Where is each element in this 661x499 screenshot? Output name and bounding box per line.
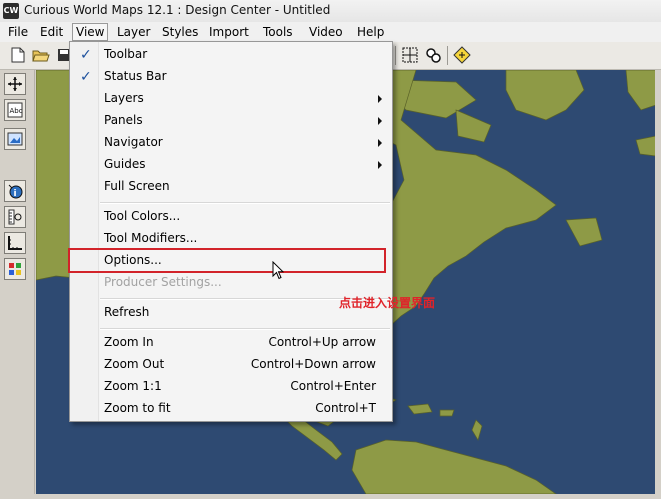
checkmark-icon: ✓ [80,69,92,85]
window-bottom-border [34,494,661,499]
app-icon: CW [3,3,19,19]
submenu-arrow-icon [378,95,382,103]
menu-edit[interactable]: Edit [37,24,66,40]
text-tool-icon[interactable]: Abc [4,99,26,121]
menu-item-label: Zoom to fit [104,401,171,415]
submenu-arrow-icon [378,117,382,125]
globe-info-icon[interactable]: i [4,180,26,202]
menu-item-zoom-1-1[interactable]: Zoom 1:1 Control+Enter [72,376,390,398]
submenu-arrow-icon [378,139,382,147]
menu-item-label: Layers [104,91,144,105]
menu-item-layers[interactable]: Layers [72,88,390,110]
record-tool-icon[interactable] [423,45,443,65]
toolbar-separator [395,46,396,65]
title-bar: CW Curious World Maps 12.1 : Design Cent… [0,0,661,23]
new-file-icon[interactable] [8,45,28,65]
menu-help[interactable]: Help [354,24,387,40]
ruler-tool-icon[interactable] [4,232,26,254]
svg-text:i: i [14,189,17,199]
menu-item-label: Full Screen [104,179,170,193]
menu-import[interactable]: Import [206,24,252,40]
menu-item-full-screen[interactable]: Full Screen [72,176,390,198]
menu-item-label: Zoom In [104,335,154,349]
menu-item-tool-modifiers[interactable]: Tool Modifiers... [72,228,390,250]
menu-item-label: Navigator [104,135,163,149]
window-title: Curious World Maps 12.1 : Design Center … [24,3,331,17]
menu-file[interactable]: File [5,24,31,40]
mouse-cursor-icon [272,260,285,284]
menu-tools[interactable]: Tools [260,24,296,40]
menu-item-label: Toolbar [104,47,148,61]
menu-item-tool-colors[interactable]: Tool Colors... [72,206,390,228]
checkmark-icon: ✓ [80,47,92,63]
menu-item-panels[interactable]: Panels [72,110,390,132]
view-menu-dropdown: ✓ Toolbar ✓ Status Bar Layers Panels Nav… [69,41,393,422]
menu-item-label: Refresh [104,305,150,319]
menu-styles[interactable]: Styles [159,24,201,40]
menu-item-zoom-out[interactable]: Zoom Out Control+Down arrow [72,354,390,376]
menu-item-label: Guides [104,157,146,171]
submenu-arrow-icon [378,161,382,169]
toolbar-separator [447,46,448,65]
menu-item-guides[interactable]: Guides [72,154,390,176]
menu-item-status-bar[interactable]: ✓ Status Bar [72,66,390,88]
menu-item-shortcut: Control+Up arrow [268,335,376,349]
menu-item-label: Tool Colors... [104,209,181,223]
menu-layer[interactable]: Layer [114,24,153,40]
menu-item-label: Producer Settings... [104,275,222,289]
annotation-text: 点击进入设置界面 [339,296,436,310]
options-highlight-box [68,248,386,273]
menu-item-label: Zoom 1:1 [104,379,162,393]
menu-separator [100,202,390,204]
menu-video[interactable]: Video [306,24,346,40]
menu-item-shortcut: Control+Enter [290,379,376,393]
svg-text:Abc: Abc [10,107,23,115]
move-tool-icon[interactable] [4,73,26,95]
open-folder-icon[interactable] [31,45,51,65]
legend-tool-icon[interactable] [4,258,26,280]
menu-item-label: Zoom Out [104,357,165,371]
window-right-border [655,70,661,499]
grid-tool-icon[interactable] [400,45,420,65]
menu-item-zoom-in[interactable]: Zoom In Control+Up arrow [72,332,390,354]
menu-separator [100,328,390,330]
menu-item-producer-settings: Producer Settings... [72,272,390,294]
menu-item-toolbar[interactable]: ✓ Toolbar [72,44,390,66]
image-tool-icon[interactable] [4,128,26,150]
menu-bar: File Edit View Layer Styles Import Tools… [0,22,661,43]
menu-item-shortcut: Control+Down arrow [250,357,376,371]
menu-item-label: Status Bar [104,69,167,83]
scale-tool-icon[interactable] [4,206,26,228]
menu-item-navigator[interactable]: Navigator [72,132,390,154]
menu-item-zoom-to-fit[interactable]: Zoom to fit Control+T [72,398,390,420]
menu-item-label: Tool Modifiers... [104,231,198,245]
menu-view[interactable]: View [72,23,109,41]
tool-palette: Abc i [0,70,35,499]
menu-item-label: Panels [104,113,143,127]
menu-item-shortcut: Control+T [315,401,376,415]
navigate-diamond-icon[interactable] [452,45,472,65]
